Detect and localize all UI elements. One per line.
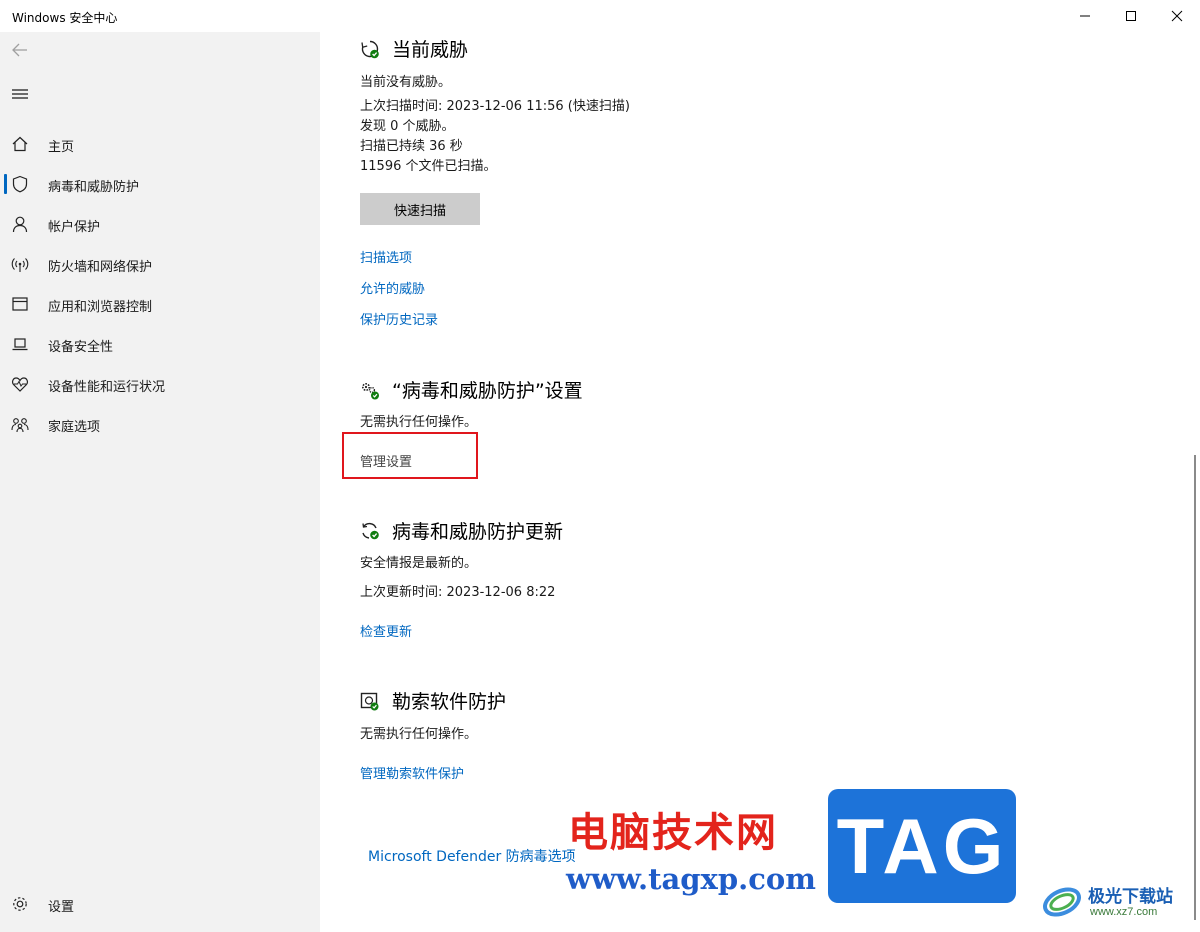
section-title: 当前威胁 <box>392 39 469 61</box>
update-refresh-icon <box>360 521 380 541</box>
highlight-annotation <box>342 432 478 479</box>
last-update-text: 上次更新时间: 2023-12-06 8:22 <box>360 585 556 600</box>
watermark-logo-url: www.xz7.com <box>1090 906 1158 918</box>
ransomware-status-text: 无需执行任何操作。 <box>360 727 478 742</box>
watermark-logo-text: 极光下载站 <box>1088 887 1173 906</box>
allowed-threats-link[interactable]: 允许的威胁 <box>360 278 425 297</box>
section-title: “病毒和威胁防护”设置 <box>392 380 583 402</box>
protection-history-link[interactable]: 保护历史记录 <box>360 309 438 328</box>
scan-history-icon <box>360 39 380 59</box>
sidebar-item-label: 主页 <box>48 140 75 155</box>
update-status-text: 安全情报是最新的。 <box>360 556 478 571</box>
watermark-tag-logo: TAG <box>828 789 1016 903</box>
threats-found-text: 发现 0 个威胁。 <box>360 119 455 134</box>
sidebar-item-virus-protection[interactable]: 病毒和威胁防护 <box>0 164 320 204</box>
sidebar-item-family[interactable]: 家庭选项 <box>0 404 320 444</box>
files-scanned-text: 11596 个文件已扫描。 <box>360 159 497 174</box>
sidebar-item-label: 病毒和威胁防护 <box>48 180 140 195</box>
defender-options-link[interactable]: Microsoft Defender 防病毒选项 <box>368 846 576 866</box>
sidebar-item-home[interactable]: 主页 <box>0 124 320 164</box>
sidebar-item-label: 帐户保护 <box>48 220 101 235</box>
sidebar-item-label: 应用和浏览器控制 <box>48 300 153 315</box>
quick-scan-button[interactable]: 快速扫描 <box>360 193 480 225</box>
scrollbar[interactable] <box>1194 455 1196 920</box>
menu-button[interactable] <box>8 82 32 106</box>
gear-icon <box>11 895 29 913</box>
watermark-xz7-logo: 极光下载站 www.xz7.com <box>1040 876 1190 926</box>
home-icon <box>11 135 29 153</box>
family-icon <box>11 415 29 433</box>
sidebar-item-app-browser[interactable]: 应用和浏览器控制 <box>0 284 320 324</box>
sidebar-item-label: 设备性能和运行状况 <box>48 380 166 395</box>
threat-status-text: 当前没有威胁。 <box>360 75 452 90</box>
sidebar-item-device-security[interactable]: 设备安全性 <box>0 324 320 364</box>
window-title: Windows 安全中心 <box>12 11 118 25</box>
browser-window-icon <box>11 295 29 313</box>
person-icon <box>11 215 29 233</box>
check-updates-link[interactable]: 检查更新 <box>360 621 412 640</box>
scan-options-link[interactable]: 扫描选项 <box>360 247 412 266</box>
sidebar-item-label: 防火墙和网络保护 <box>48 260 153 275</box>
section-title: 勒索软件防护 <box>392 691 507 713</box>
sidebar-settings-label: 设置 <box>48 900 75 915</box>
last-scan-text: 上次扫描时间: 2023-12-06 11:56 (快速扫描) <box>360 99 630 114</box>
settings-status-text: 无需执行任何操作。 <box>360 415 478 430</box>
aurora-logo-icon <box>1043 887 1081 917</box>
scan-duration-text: 扫描已持续 36 秒 <box>360 139 463 154</box>
heart-pulse-icon <box>11 375 29 393</box>
sidebar-item-account[interactable]: 帐户保护 <box>0 204 320 244</box>
back-arrow-icon <box>12 43 27 57</box>
hamburger-icon <box>12 89 28 99</box>
manage-ransomware-link[interactable]: 管理勒索软件保护 <box>360 763 464 782</box>
sidebar: 主页 病毒和威胁防护 帐户保护 防火墙和网络保护 应用和浏览器控制 设备安全性 … <box>0 32 320 932</box>
watermark-site-url: www.tagxp.com <box>566 862 816 896</box>
sidebar-item-label: 家庭选项 <box>48 420 101 435</box>
settings-gears-icon <box>360 380 380 400</box>
sidebar-item-firewall[interactable]: 防火墙和网络保护 <box>0 244 320 284</box>
laptop-icon <box>11 335 29 353</box>
active-indicator <box>4 174 7 194</box>
sidebar-item-device-health[interactable]: 设备性能和运行状况 <box>0 364 320 404</box>
ransomware-safe-icon <box>360 691 380 711</box>
back-button[interactable] <box>8 38 32 62</box>
sidebar-item-settings[interactable]: 设置 <box>0 884 320 924</box>
watermark-site-name: 电脑技术网 <box>568 809 778 856</box>
sidebar-item-label: 设备安全性 <box>48 340 114 355</box>
shield-icon <box>11 175 29 193</box>
wifi-signal-icon <box>11 255 29 273</box>
section-title: 病毒和威胁防护更新 <box>392 521 564 543</box>
